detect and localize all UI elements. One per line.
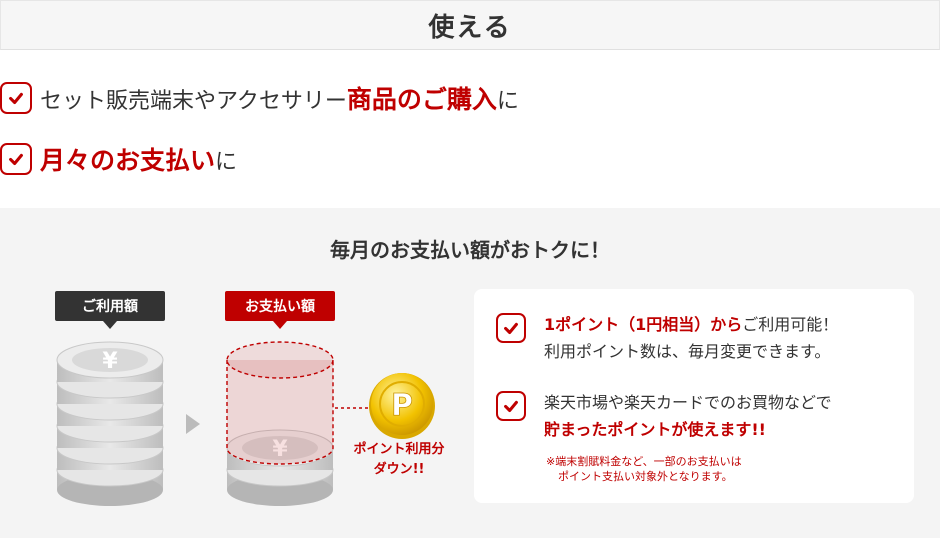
point-coin-icon: P [369, 373, 435, 439]
coin-stack-before: ¥ [56, 341, 164, 506]
usage-emphasis: 商品のご購入 [346, 85, 497, 114]
point-caption-line1: ポイント利用分 [353, 442, 445, 457]
usage-emphasis: 月々のお支払い [40, 146, 216, 175]
benefits-card: 1ポイント（1円相当）からご利用可能！ 利用ポイント数は、毎月変更できます。 楽… [474, 289, 914, 503]
section-title: 使える [428, 12, 512, 43]
footnote-line2: ポイント支払い対象外となります。 [558, 470, 733, 483]
footnote: ※端末割賦料金など、一部のお支払いは ポイント支払い対象外となります。 [546, 454, 742, 484]
check-icon [496, 313, 526, 343]
benefit-text: 楽天市場や楽天カードでのお買物などで 貯まったポイントが使えます!! [544, 389, 832, 443]
footnote-line1: ※端末割賦料金など、一部のお支払いは [546, 455, 742, 468]
coin-illustration: ¥ ¥ P [56, 341, 435, 506]
check-icon [496, 391, 526, 421]
benefit-item-earned-points: 楽天市場や楽天カードでのお買物などで 貯まったポイントが使えます!! [496, 389, 832, 443]
benefit-line: 楽天市場や楽天カードでのお買物などで [544, 393, 832, 412]
check-icon [0, 82, 32, 114]
savings-panel: 毎月のお支払い額がおトクに！ ご利用額 お支払い額 ¥ P ポイント利用分 ダウ… [0, 208, 940, 538]
usage-text-accessories: セット販売端末やアクセサリー商品のご購入に [40, 80, 519, 116]
benefit-emphasis: 1ポイント（1円相当）から [544, 315, 743, 334]
point-caption: ポイント利用分 ダウン!! [340, 440, 458, 480]
usage-item-accessories: セット販売端末やアクセサリー商品のご購入に [0, 78, 519, 118]
panel-title: 毎月のお支払い額がおトクに！ [330, 238, 610, 262]
usage-suffix: に [496, 89, 519, 114]
tag-payment-amount: お支払い額 [225, 291, 335, 321]
yen-symbol: ¥ [102, 349, 118, 374]
usage-text-monthly: 月々のお支払いに [40, 141, 237, 177]
benefit-text: 1ポイント（1円相当）からご利用可能！ 利用ポイント数は、毎月変更できます。 [544, 311, 838, 365]
usage-item-monthly: 月々のお支払いに [0, 139, 237, 179]
section-header: 使える [0, 0, 940, 50]
coin-stack-after: ¥ [226, 341, 334, 506]
benefit-emphasis: 貯まったポイントが使えます!! [544, 420, 766, 439]
point-letter: P [391, 388, 413, 423]
usage-suffix: に [215, 150, 238, 175]
benefit-line: ご利用可能！ [742, 315, 839, 334]
arrow-right-icon [186, 414, 200, 434]
usage-prefix: セット販売端末やアクセサリー [40, 89, 347, 114]
benefit-line: 利用ポイント数は、毎月変更できます。 [544, 342, 831, 361]
check-icon [0, 143, 32, 175]
benefit-item-min-point: 1ポイント（1円相当）からご利用可能！ 利用ポイント数は、毎月変更できます。 [496, 311, 838, 365]
point-caption-line2: ダウン!! [373, 462, 425, 477]
tag-usage-amount: ご利用額 [55, 291, 165, 321]
